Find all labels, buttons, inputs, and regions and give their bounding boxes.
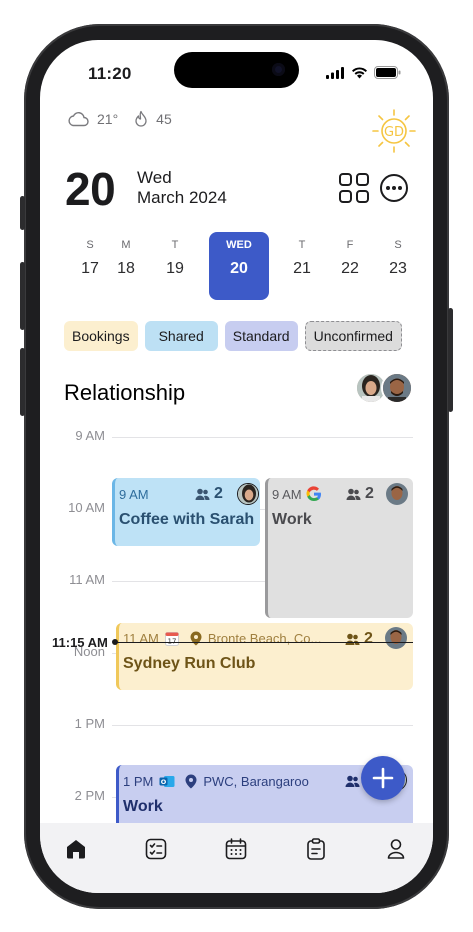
- tab-profile[interactable]: [382, 835, 410, 863]
- outlook-icon: O: [159, 775, 175, 787]
- grid-view-button[interactable]: [338, 172, 370, 209]
- event-time: 11 AM: [123, 630, 159, 646]
- cloud-icon: [68, 111, 89, 126]
- more-options-button[interactable]: [379, 173, 409, 208]
- hour-line: [112, 437, 413, 438]
- volume-up-button: [20, 262, 25, 330]
- flame-icon: [135, 110, 147, 127]
- chip-bookings[interactable]: Bookings: [64, 321, 138, 351]
- date-weekday: Wed: [137, 168, 172, 187]
- weather-temperature: 21°: [97, 110, 119, 127]
- attendee-count: 2: [195, 485, 223, 503]
- day-saturday-23[interactable]: S 23: [380, 232, 416, 300]
- calendar-icon: 17: [164, 631, 179, 646]
- event-time: 1 PM: [123, 773, 154, 789]
- tab-calendar[interactable]: [222, 835, 250, 863]
- people-icon: [345, 633, 360, 645]
- dynamic-island: [174, 52, 299, 88]
- event-coffee-with-sarah[interactable]: 9 AM 2 Coffee with Sarah: [112, 478, 260, 546]
- relationship-avatars[interactable]: [355, 372, 413, 406]
- add-event-button[interactable]: [361, 756, 405, 800]
- event-location: PWC, Barangaroo: [203, 773, 309, 789]
- current-time-line: [114, 642, 413, 643]
- time-label-2pm: 2 PM: [74, 788, 105, 803]
- status-icons: [326, 66, 401, 79]
- location-pin-icon: [190, 631, 202, 645]
- logo-text: GD: [384, 125, 404, 140]
- event-avatar: [237, 483, 259, 505]
- day-wednesday-20[interactable]: WED 20: [209, 232, 269, 300]
- bottom-tab-bar: [40, 823, 433, 893]
- time-label-1pm: 1 PM: [74, 716, 105, 731]
- tab-home[interactable]: [62, 835, 90, 863]
- section-title: Relationship: [64, 380, 186, 405]
- date-day-number: 20: [65, 163, 116, 215]
- mute-button: [20, 196, 25, 230]
- event-avatar: [385, 627, 407, 649]
- current-time-label: 11:15 AM: [52, 635, 108, 650]
- event-title: Coffee with Sarah: [119, 511, 255, 528]
- tab-notes[interactable]: [302, 835, 330, 863]
- filter-chips: Bookings Shared Standard Unconfirmed: [64, 321, 402, 351]
- volume-down-button: [20, 348, 25, 416]
- signal-icon: [326, 66, 344, 79]
- power-button: [448, 308, 453, 412]
- people-icon: [345, 775, 360, 787]
- svg-text:17: 17: [167, 637, 176, 645]
- calendar-icon: [225, 838, 247, 860]
- clipboard-icon: [307, 838, 325, 860]
- location-pin-icon: [185, 774, 197, 788]
- google-icon: [306, 486, 321, 502]
- weather-strip: 21° 45: [67, 110, 172, 127]
- tasks-icon: [145, 838, 167, 860]
- chip-unconfirmed[interactable]: Unconfirmed: [304, 321, 402, 351]
- date-month-year[interactable]: March 2024: [137, 188, 227, 208]
- plus-icon: [372, 767, 394, 789]
- avatar-man: [381, 372, 413, 404]
- grid-icon: [339, 173, 369, 203]
- day-thursday-21[interactable]: T 21: [284, 232, 320, 300]
- day-monday-18[interactable]: M 18: [108, 232, 144, 300]
- people-icon: [346, 488, 361, 500]
- brand-logo[interactable]: GD: [369, 106, 419, 161]
- fire-count: 45: [156, 110, 172, 127]
- day-friday-22[interactable]: F 22: [332, 232, 368, 300]
- tab-tasks[interactable]: [142, 835, 170, 863]
- app-screen: 11:20 21° 45 GD 20 Wed March 2024 S 17 M…: [40, 40, 433, 893]
- more-icon: [380, 174, 408, 202]
- attendee-count: 2: [345, 630, 373, 648]
- hour-line: [112, 725, 413, 726]
- event-avatar: [386, 483, 408, 505]
- chip-shared[interactable]: Shared: [144, 321, 218, 351]
- event-sydney-run-club[interactable]: 11 AM 17 Bronte Beach, Co... 2 Sydney Ru…: [116, 623, 413, 690]
- sun-logo-icon: GD: [372, 109, 416, 153]
- status-time: 11:20: [88, 64, 132, 83]
- event-title: Work: [123, 798, 163, 815]
- day-tuesday-19[interactable]: T 19: [157, 232, 193, 300]
- svg-text:O: O: [161, 778, 167, 786]
- week-strip: S 17 M 18 T 19 WED 20 T 21 F 22 S 23: [60, 232, 420, 300]
- current-time-dot: [112, 639, 118, 645]
- attendee-count: 2: [346, 485, 374, 503]
- home-icon: [67, 840, 85, 859]
- profile-icon: [387, 839, 405, 859]
- time-label-11am: 11 AM: [69, 572, 105, 587]
- battery-icon: [374, 66, 401, 79]
- chip-standard[interactable]: Standard: [224, 321, 298, 351]
- event-title: Sydney Run Club: [123, 655, 256, 672]
- event-title: Work: [272, 511, 312, 528]
- people-icon: [195, 488, 210, 500]
- wifi-icon: [352, 66, 367, 78]
- event-time: 9 AM: [272, 486, 302, 502]
- event-work-google[interactable]: 9 AM 2 Work: [265, 478, 413, 618]
- time-label-9am: 9 AM: [75, 428, 105, 443]
- event-time: 9 AM: [119, 486, 149, 502]
- event-location: Bronte Beach, Co...: [207, 630, 322, 646]
- time-label-10am: 10 AM: [68, 500, 105, 515]
